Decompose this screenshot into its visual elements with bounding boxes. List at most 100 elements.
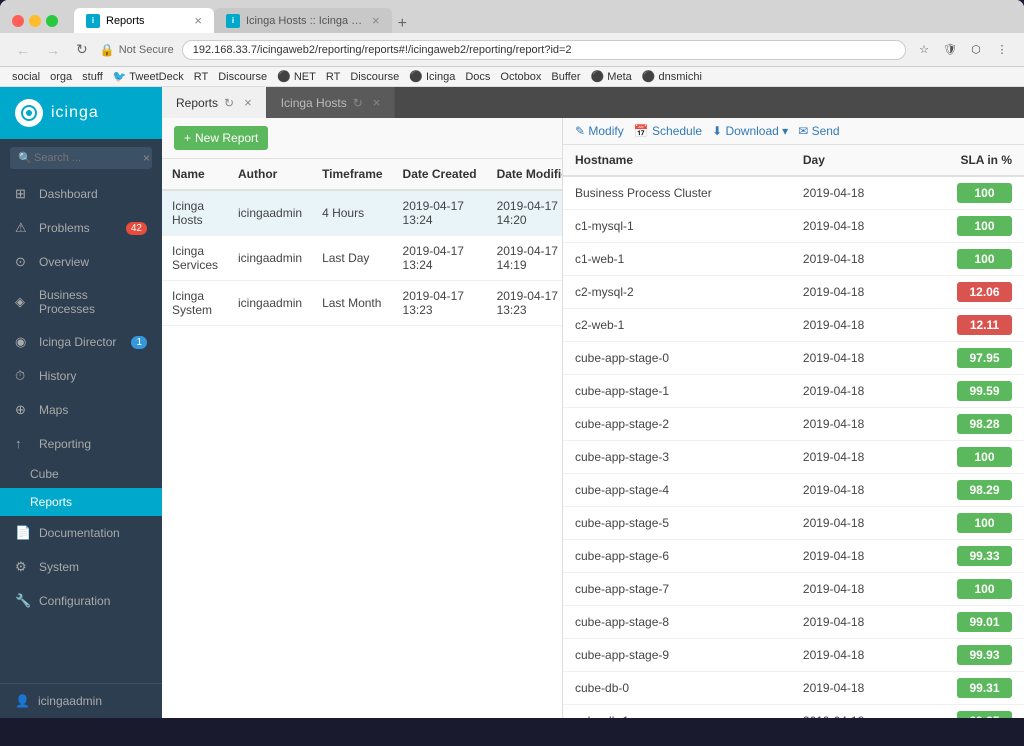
cell-sla: 100	[912, 573, 1024, 606]
bookmark-orga[interactable]: orga	[50, 70, 72, 83]
bookmark-buffer[interactable]: Buffer	[551, 70, 580, 83]
tab-favicon-2: i	[226, 14, 240, 28]
table-row[interactable]: c2-web-1 2019-04-18 12.11	[563, 309, 1024, 342]
cell-sla: 12.11	[912, 309, 1024, 342]
table-row[interactable]: Icinga System icingaadmin Last Month 201…	[162, 281, 562, 326]
logo-text: icinga	[51, 104, 99, 122]
reports-table: Name Author Timeframe Date Created Date …	[162, 159, 562, 326]
new-tab-button[interactable]: +	[392, 15, 413, 33]
table-row[interactable]: cube-app-stage-0 2019-04-18 97.95	[563, 342, 1024, 375]
cell-sla: 99.59	[912, 375, 1024, 408]
sidebar-user[interactable]: 👤 icingaadmin	[0, 683, 162, 718]
forward-button[interactable]: →	[42, 40, 64, 60]
extensions-icon[interactable]: ⬡	[966, 40, 986, 60]
table-row[interactable]: cube-app-stage-3 2019-04-18 100	[563, 441, 1024, 474]
table-row[interactable]: cube-app-stage-6 2019-04-18 99.33	[563, 540, 1024, 573]
table-row[interactable]: c2-mysql-2 2019-04-18 12.06	[563, 276, 1024, 309]
bookmark-discourse2[interactable]: Discourse	[350, 70, 399, 83]
bookmark-docs[interactable]: Docs	[465, 70, 490, 83]
browser-tab-2[interactable]: i Icinga Hosts :: Icinga Web ×	[214, 8, 392, 33]
table-row[interactable]: Icinga Services icingaadmin Last Day 201…	[162, 236, 562, 281]
sidebar-item-reporting[interactable]: ↑ Reporting	[0, 427, 162, 460]
bookmark-icinga[interactable]: ⚫ Icinga	[409, 70, 455, 83]
panel-tab-reports-label: Reports	[176, 96, 218, 110]
table-row[interactable]: Icinga Hosts icingaadmin 4 Hours 2019-04…	[162, 190, 562, 236]
cell-modified: 2019-04-17 14:19	[487, 236, 562, 281]
table-row[interactable]: c1-web-1 2019-04-18 100	[563, 243, 1024, 276]
sidebar-label-problems: Problems	[39, 221, 90, 235]
table-row[interactable]: cube-app-stage-5 2019-04-18 100	[563, 507, 1024, 540]
sla-badge: 98.28	[957, 414, 1012, 434]
documentation-icon: 📄	[15, 525, 31, 541]
icinga-logo	[15, 99, 43, 127]
table-row[interactable]: cube-app-stage-9 2019-04-18 99.93	[563, 639, 1024, 672]
send-link[interactable]: ✉ Send	[798, 124, 839, 138]
sidebar-item-maps[interactable]: ⊕ Maps	[0, 393, 162, 427]
reports-close-icon[interactable]: ×	[244, 95, 252, 110]
bookmark-rt2[interactable]: RT	[326, 70, 340, 83]
bookmark-dnsmichi[interactable]: ⚫ dnsmichi	[642, 70, 702, 83]
hosts-close-icon[interactable]: ×	[373, 95, 381, 110]
sidebar-item-configuration[interactable]: 🔧 Configuration	[0, 584, 162, 618]
search-clear-icon[interactable]: ×	[143, 151, 150, 165]
bookmark-meta[interactable]: ⚫ Meta	[591, 70, 632, 83]
table-row[interactable]: cube-app-stage-1 2019-04-18 99.59	[563, 375, 1024, 408]
sla-badge: 98.29	[957, 480, 1012, 500]
cell-day: 2019-04-18	[791, 210, 912, 243]
sidebar-item-icinga-director[interactable]: ◉ Icinga Director 1	[0, 325, 162, 359]
minimize-button[interactable]	[29, 15, 41, 27]
table-row[interactable]: c1-mysql-1 2019-04-18 100	[563, 210, 1024, 243]
cell-day: 2019-04-18	[791, 507, 912, 540]
bookmark-rt1[interactable]: RT	[194, 70, 208, 83]
sidebar-item-overview[interactable]: ⊙ Overview	[0, 245, 162, 279]
sidebar-item-dashboard[interactable]: ⊞ Dashboard	[0, 177, 162, 211]
bookmark-octobox[interactable]: Octobox	[500, 70, 541, 83]
bookmark-net[interactable]: ⚫ NET	[277, 70, 316, 83]
table-row[interactable]: cube-app-stage-8 2019-04-18 99.01	[563, 606, 1024, 639]
modify-link[interactable]: ✎ Modify	[575, 124, 624, 138]
table-row[interactable]: cube-app-stage-4 2019-04-18 98.29	[563, 474, 1024, 507]
bookmark-icon[interactable]: ☆	[914, 40, 934, 60]
cell-day: 2019-04-18	[791, 573, 912, 606]
maximize-button[interactable]	[46, 15, 58, 27]
address-bar[interactable]	[182, 40, 906, 60]
reload-button[interactable]: ↻	[72, 39, 92, 60]
download-link[interactable]: ⬇ Download ▾	[712, 124, 788, 138]
tab-close-1[interactable]: ×	[194, 13, 202, 28]
table-row[interactable]: cube-db-0 2019-04-18 99.31	[563, 672, 1024, 705]
menu-icon[interactable]: ⋮	[992, 40, 1012, 60]
reports-refresh-icon[interactable]: ↻	[224, 96, 234, 110]
back-button[interactable]: ←	[12, 40, 34, 60]
tab-close-2[interactable]: ×	[372, 13, 380, 28]
browser-toolbar-icons: ☆ 🛡 ⬡ ⋮	[914, 40, 1012, 60]
cell-day: 2019-04-18	[791, 176, 912, 210]
sidebar-item-cube[interactable]: Cube	[0, 460, 162, 488]
bookmark-tweetdeck[interactable]: 🐦 TweetDeck	[113, 70, 184, 83]
table-row[interactable]: cube-app-stage-2 2019-04-18 98.28	[563, 408, 1024, 441]
schedule-link[interactable]: 📅 Schedule	[634, 124, 702, 138]
bookmark-stuff[interactable]: stuff	[82, 70, 103, 83]
cell-name: Icinga Hosts	[162, 190, 228, 236]
cell-day: 2019-04-18	[791, 375, 912, 408]
table-row[interactable]: cube-app-stage-7 2019-04-18 100	[563, 573, 1024, 606]
cell-hostname: c1-web-1	[563, 243, 791, 276]
bookmark-social[interactable]: social	[12, 70, 40, 83]
cell-hostname: cube-app-stage-7	[563, 573, 791, 606]
new-report-button[interactable]: + New Report	[174, 126, 268, 150]
table-row[interactable]: cube-db-1 2019-04-18 99.25	[563, 705, 1024, 719]
cell-created: 2019-04-17 13:24	[393, 190, 487, 236]
close-button[interactable]	[12, 15, 24, 27]
panel-tab-icinga-hosts[interactable]: Icinga Hosts ↻ ×	[267, 87, 396, 118]
bookmark-discourse1[interactable]: Discourse	[218, 70, 267, 83]
sidebar-item-history[interactable]: ⏱ History	[0, 359, 162, 393]
sidebar-item-system[interactable]: ⚙ System	[0, 550, 162, 584]
sidebar-item-documentation[interactable]: 📄 Documentation	[0, 516, 162, 550]
hosts-refresh-icon[interactable]: ↻	[353, 96, 363, 110]
cell-hostname: cube-app-stage-5	[563, 507, 791, 540]
panel-tab-reports[interactable]: Reports ↻ ×	[162, 87, 267, 118]
sidebar-item-problems[interactable]: ⚠ Problems 42	[0, 211, 162, 245]
sidebar-item-reports[interactable]: Reports	[0, 488, 162, 516]
browser-tab-1[interactable]: i Reports ×	[74, 8, 214, 33]
sidebar-item-business-processes[interactable]: ◈ Business Processes	[0, 279, 162, 325]
table-row[interactable]: Business Process Cluster 2019-04-18 100	[563, 176, 1024, 210]
